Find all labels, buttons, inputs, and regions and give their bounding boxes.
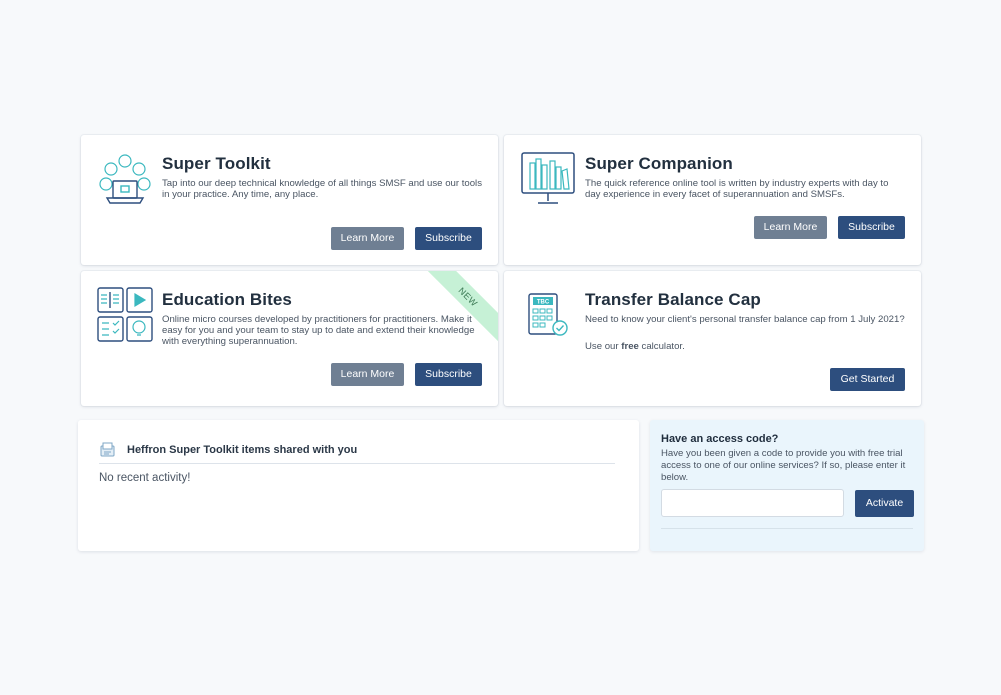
get-started-button[interactable]: Get Started (830, 368, 905, 391)
activate-button[interactable]: Activate (855, 490, 914, 517)
card-title: Super Companion (585, 154, 733, 173)
free-calculator-note: Use our free calculator. (585, 341, 685, 352)
access-code-input[interactable] (661, 489, 844, 517)
access-code-panel: Have an access code? Have you been given… (650, 420, 924, 551)
card-description: The quick reference online tool is writt… (585, 178, 889, 200)
subscribe-button[interactable]: Subscribe (415, 227, 482, 250)
panel-title: Have an access code? (661, 433, 779, 445)
shared-items-icon (100, 442, 115, 457)
transfer-balance-cap-card: TBC Transfer Balance Cap Need to know yo… (504, 271, 921, 406)
shared-items-panel: Heffron Super Toolkit items shared with … (78, 420, 639, 551)
panel-title: Heffron Super Toolkit items shared with … (127, 444, 358, 456)
card-title: Super Toolkit (162, 154, 271, 173)
education-grid-icon (97, 287, 153, 342)
new-badge: NEW (418, 271, 498, 347)
card-title: Transfer Balance Cap (585, 290, 761, 309)
tbc-calculator-icon: TBC (528, 293, 568, 336)
subscribe-button[interactable]: Subscribe (838, 216, 905, 239)
empty-state-text: No recent activity! (99, 472, 191, 484)
learn-more-button[interactable]: Learn More (331, 227, 404, 250)
tbc-label: TBC (537, 300, 550, 306)
divider (661, 528, 913, 529)
subscribe-button[interactable]: Subscribe (415, 363, 482, 386)
education-bites-card: Education Bites Online micro courses dev… (81, 271, 498, 406)
learn-more-button[interactable]: Learn More (331, 363, 404, 386)
card-title: Education Bites (162, 290, 292, 309)
new-ribbon: NEW (418, 271, 498, 351)
laptop-network-icon (99, 154, 151, 204)
panel-description: Have you been given a code to provide yo… (661, 448, 906, 483)
card-description: Tap into our deep technical knowledge of… (162, 178, 482, 200)
super-companion-card: Super Companion The quick reference onli… (504, 135, 921, 265)
monitor-books-icon (521, 152, 575, 204)
divider (99, 463, 615, 464)
card-description: Need to know your client's personal tran… (585, 314, 905, 325)
learn-more-button[interactable]: Learn More (754, 216, 827, 239)
super-toolkit-card: Super Toolkit Tap into our deep technica… (81, 135, 498, 265)
